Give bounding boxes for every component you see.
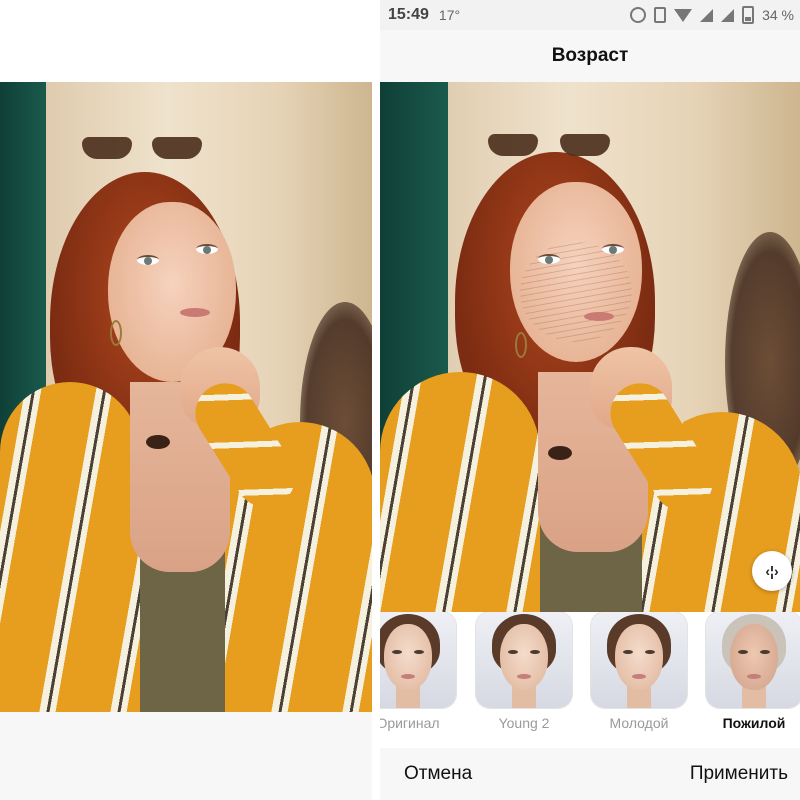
- filter-label: Оригинал: [380, 715, 440, 731]
- compare-slider-handle[interactable]: ‹¦›: [752, 551, 792, 591]
- aged-photo-preview[interactable]: [380, 82, 800, 612]
- left-bottom-area: [0, 712, 372, 800]
- bottom-action-bar: Отмена Применить: [380, 748, 800, 800]
- vibrate-icon: [654, 7, 667, 23]
- status-bar: 15:49 17° 34 %: [380, 0, 800, 30]
- battery-icon: [742, 6, 755, 24]
- filter-label: Young 2: [498, 715, 550, 731]
- age-filter-strip[interactable]: Оригинал Young 2 Молодой Пожилой: [380, 612, 800, 737]
- battery-level: 34 %: [762, 7, 794, 23]
- page-title: Возраст: [551, 45, 629, 66]
- filter-young[interactable]: Молодой: [591, 612, 687, 731]
- wifi-icon: [674, 8, 693, 22]
- signal-icon: [700, 8, 714, 22]
- panel-divider: [372, 0, 380, 800]
- filter-label: Молодой: [609, 715, 669, 731]
- apply-button[interactable]: Применить: [690, 763, 800, 785]
- filter-thumbnail: [591, 612, 687, 708]
- status-temperature: 17°: [438, 7, 461, 23]
- filter-label: Пожилой: [722, 715, 786, 731]
- filter-thumbnail: [380, 612, 456, 708]
- signal-icon: [721, 8, 735, 22]
- alarm-icon: [630, 7, 647, 23]
- compare-slider-icon: ‹¦›: [765, 563, 779, 579]
- filter-thumbnail: [476, 612, 572, 708]
- original-photo: [0, 82, 372, 712]
- filter-thumbnail: [706, 612, 800, 708]
- cancel-button[interactable]: Отмена: [380, 763, 486, 785]
- filter-elderly[interactable]: Пожилой: [706, 612, 800, 731]
- app-header: Возраст: [380, 30, 800, 82]
- status-icons: 34 %: [630, 6, 794, 24]
- original-photo-panel: [0, 0, 372, 800]
- filter-original[interactable]: Оригинал: [380, 612, 456, 731]
- filter-young-2[interactable]: Young 2: [476, 612, 572, 731]
- status-time: 15:49: [388, 6, 429, 23]
